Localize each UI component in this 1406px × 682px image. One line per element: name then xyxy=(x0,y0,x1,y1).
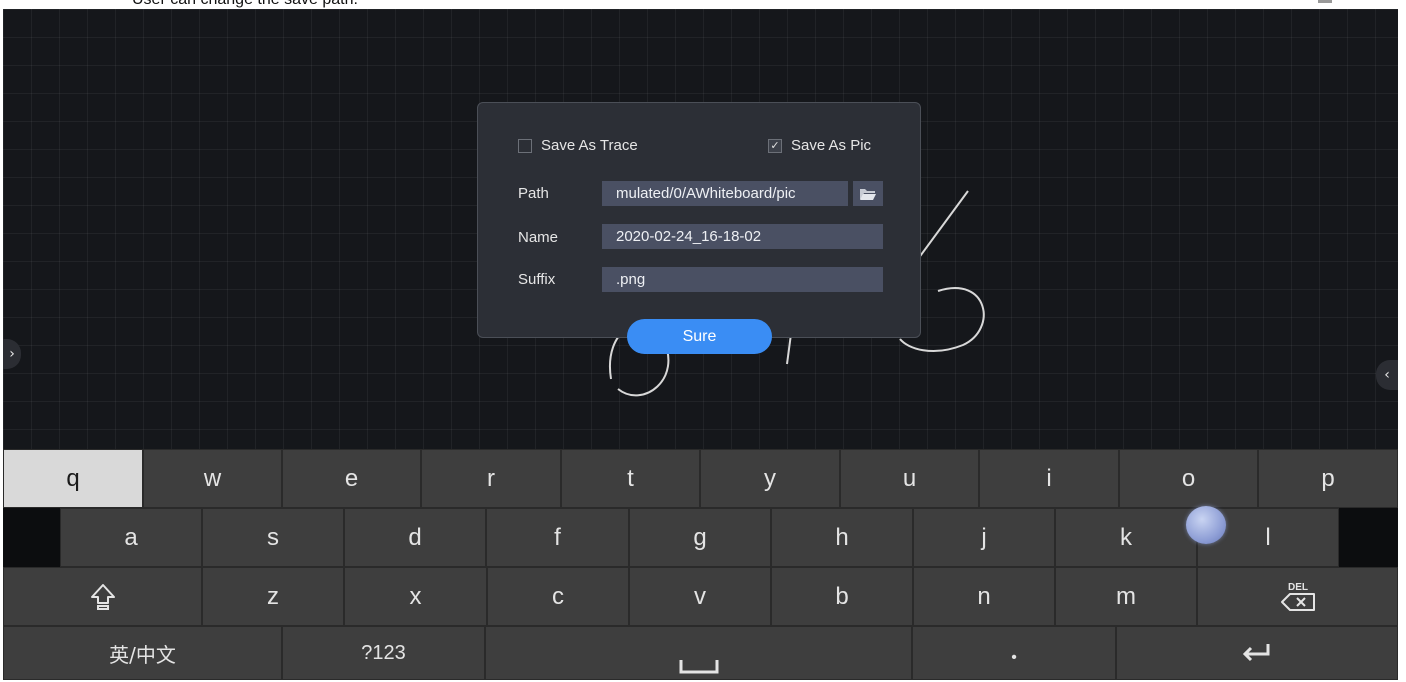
enter-key[interactable] xyxy=(1116,626,1398,680)
touch-indicator xyxy=(1186,506,1226,544)
key-k[interactable]: k xyxy=(1055,508,1197,567)
space-icon xyxy=(679,660,718,674)
key-p[interactable]: p xyxy=(1258,449,1398,508)
dot-label: • xyxy=(1011,649,1017,666)
save-dialog: Save As Trace ✓ Save As Pic Path mulated… xyxy=(477,102,921,338)
key-b[interactable]: b xyxy=(771,567,913,626)
key-e[interactable]: e xyxy=(282,449,421,508)
key-i[interactable]: i xyxy=(979,449,1119,508)
key-o[interactable]: o xyxy=(1119,449,1258,508)
on-screen-keyboard: q w e r t y u i o p a s d f g h j k l z … xyxy=(3,449,1398,680)
key-q[interactable]: q xyxy=(3,449,143,508)
chevron-right-icon: › xyxy=(9,346,15,362)
save-as-pic-label: Save As Pic xyxy=(791,137,872,154)
key-z[interactable]: z xyxy=(202,567,344,626)
key-a[interactable]: a xyxy=(60,508,202,567)
shift-key[interactable] xyxy=(3,567,202,626)
key-r[interactable]: r xyxy=(421,449,561,508)
save-as-pic-option[interactable]: ✓ Save As Pic xyxy=(768,137,871,154)
key-s[interactable]: s xyxy=(202,508,344,567)
enter-icon xyxy=(1242,644,1270,662)
key-d[interactable]: d xyxy=(344,508,486,567)
sure-button[interactable]: Sure xyxy=(627,319,772,354)
browse-folder-button[interactable] xyxy=(853,181,883,206)
folder-icon xyxy=(860,188,876,200)
period-key[interactable]: • xyxy=(912,626,1116,680)
name-label: Name xyxy=(518,229,559,246)
suffix-label: Suffix xyxy=(518,271,556,288)
key-n[interactable]: n xyxy=(913,567,1055,626)
symbols-key[interactable]: ?123 xyxy=(282,626,485,680)
space-key[interactable] xyxy=(485,626,912,680)
key-w[interactable]: w xyxy=(143,449,282,508)
language-label: 英/中文 xyxy=(109,642,176,667)
path-field[interactable]: mulated/0/AWhiteboard/pic xyxy=(602,181,848,206)
caption-fragment xyxy=(1318,0,1332,3)
symbols-label: ?123 xyxy=(361,641,406,664)
key-g[interactable]: g xyxy=(629,508,771,567)
suffix-field[interactable]: .png xyxy=(602,267,883,292)
key-t[interactable]: t xyxy=(561,449,700,508)
key-h[interactable]: h xyxy=(771,508,913,567)
key-m[interactable]: m xyxy=(1055,567,1197,626)
check-icon: ✓ xyxy=(770,139,780,152)
save-as-trace-option[interactable]: Save As Trace xyxy=(518,137,638,154)
delete-key[interactable]: DEL xyxy=(1197,567,1398,626)
keyboard-margin xyxy=(3,508,60,567)
caption-text: User can change the save path. xyxy=(132,0,358,9)
key-f[interactable]: f xyxy=(486,508,629,567)
language-switch-key[interactable]: 英/中文 xyxy=(3,626,282,680)
save-as-trace-label: Save As Trace xyxy=(541,137,638,154)
key-v[interactable]: v xyxy=(629,567,771,626)
svg-text:DEL: DEL xyxy=(1288,582,1308,593)
key-u[interactable]: u xyxy=(840,449,979,508)
del-icon: DEL xyxy=(1280,582,1315,611)
key-j[interactable]: j xyxy=(913,508,1055,567)
key-c[interactable]: c xyxy=(487,567,629,626)
chevron-left-icon: ‹ xyxy=(1384,367,1390,383)
key-y[interactable]: y xyxy=(700,449,840,508)
path-label: Path xyxy=(518,185,549,202)
save-as-trace-checkbox[interactable] xyxy=(518,138,532,153)
right-panel-toggle[interactable]: ‹ xyxy=(1376,360,1398,390)
name-field[interactable]: 2020-02-24_16-18-02 xyxy=(602,224,883,249)
save-as-pic-checkbox[interactable]: ✓ xyxy=(768,138,782,153)
shift-icon xyxy=(90,583,115,610)
key-x[interactable]: x xyxy=(344,567,487,626)
